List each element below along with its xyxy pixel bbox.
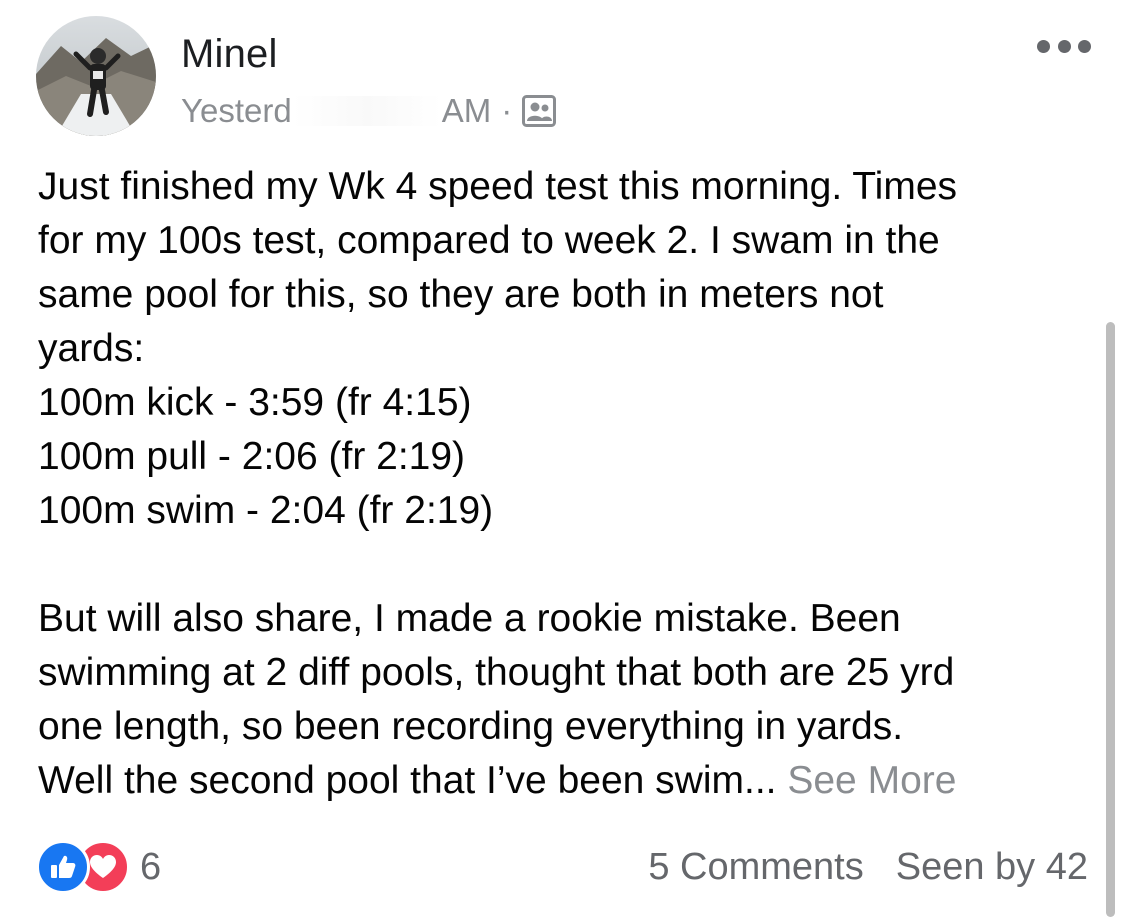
timestamp-prefix: Yesterd — [181, 92, 292, 129]
friends-audience-icon[interactable] — [522, 95, 557, 127]
comments-link[interactable]: 5 Comments — [648, 846, 863, 889]
footer-stats: 5 Comments Seen by 42 — [648, 846, 1088, 889]
like-reaction-icon — [36, 840, 90, 894]
see-more-link[interactable]: See More — [787, 759, 956, 802]
post-meta: Yesterd AM · — [181, 92, 557, 130]
truncated-text: Well the second pool that I’ve been swim… — [38, 759, 777, 802]
post-body: Just finished my Wk 4 speed test this mo… — [38, 160, 1088, 808]
author-name[interactable]: Minel — [181, 32, 278, 77]
seen-by-count[interactable]: Seen by 42 — [896, 846, 1088, 889]
post-line-truncated: Well the second pool that I’ve been swim… — [38, 754, 1088, 808]
reactions-summary[interactable]: 6 — [36, 840, 161, 894]
post-line: 100m pull - 2:06 (fr 2:19) — [38, 435, 466, 478]
post-line: 100m kick - 3:59 (fr 4:15) — [38, 381, 472, 424]
avatar-photo — [36, 16, 156, 136]
post-line: yards: — [38, 327, 145, 370]
post-line: one length, so been recording everything… — [38, 705, 904, 748]
redacted-timestamp — [291, 96, 442, 126]
post-footer: 6 5 Comments Seen by 42 — [36, 840, 1088, 894]
scrollbar[interactable] — [1106, 322, 1115, 917]
post-line: swimming at 2 diff pools, thought that b… — [38, 651, 955, 694]
meta-separator: · — [501, 92, 513, 129]
post-line: Just finished my Wk 4 speed test this mo… — [38, 165, 958, 208]
timestamp-suffix: AM — [441, 92, 492, 129]
reaction-count: 6 — [140, 845, 162, 888]
post-line: for my 100s test, compared to week 2. I … — [38, 219, 940, 262]
post-line: 100m swim - 2:04 (fr 2:19) — [38, 489, 494, 532]
post-line: But will also share, I made a rookie mis… — [38, 597, 901, 640]
author-avatar[interactable] — [36, 16, 156, 136]
group-post: Minel Yesterd AM · Just finished my Wk 4… — [0, 0, 1125, 917]
post-line: same pool for this, so they are both in … — [38, 273, 884, 316]
more-options-icon[interactable] — [1037, 36, 1091, 56]
